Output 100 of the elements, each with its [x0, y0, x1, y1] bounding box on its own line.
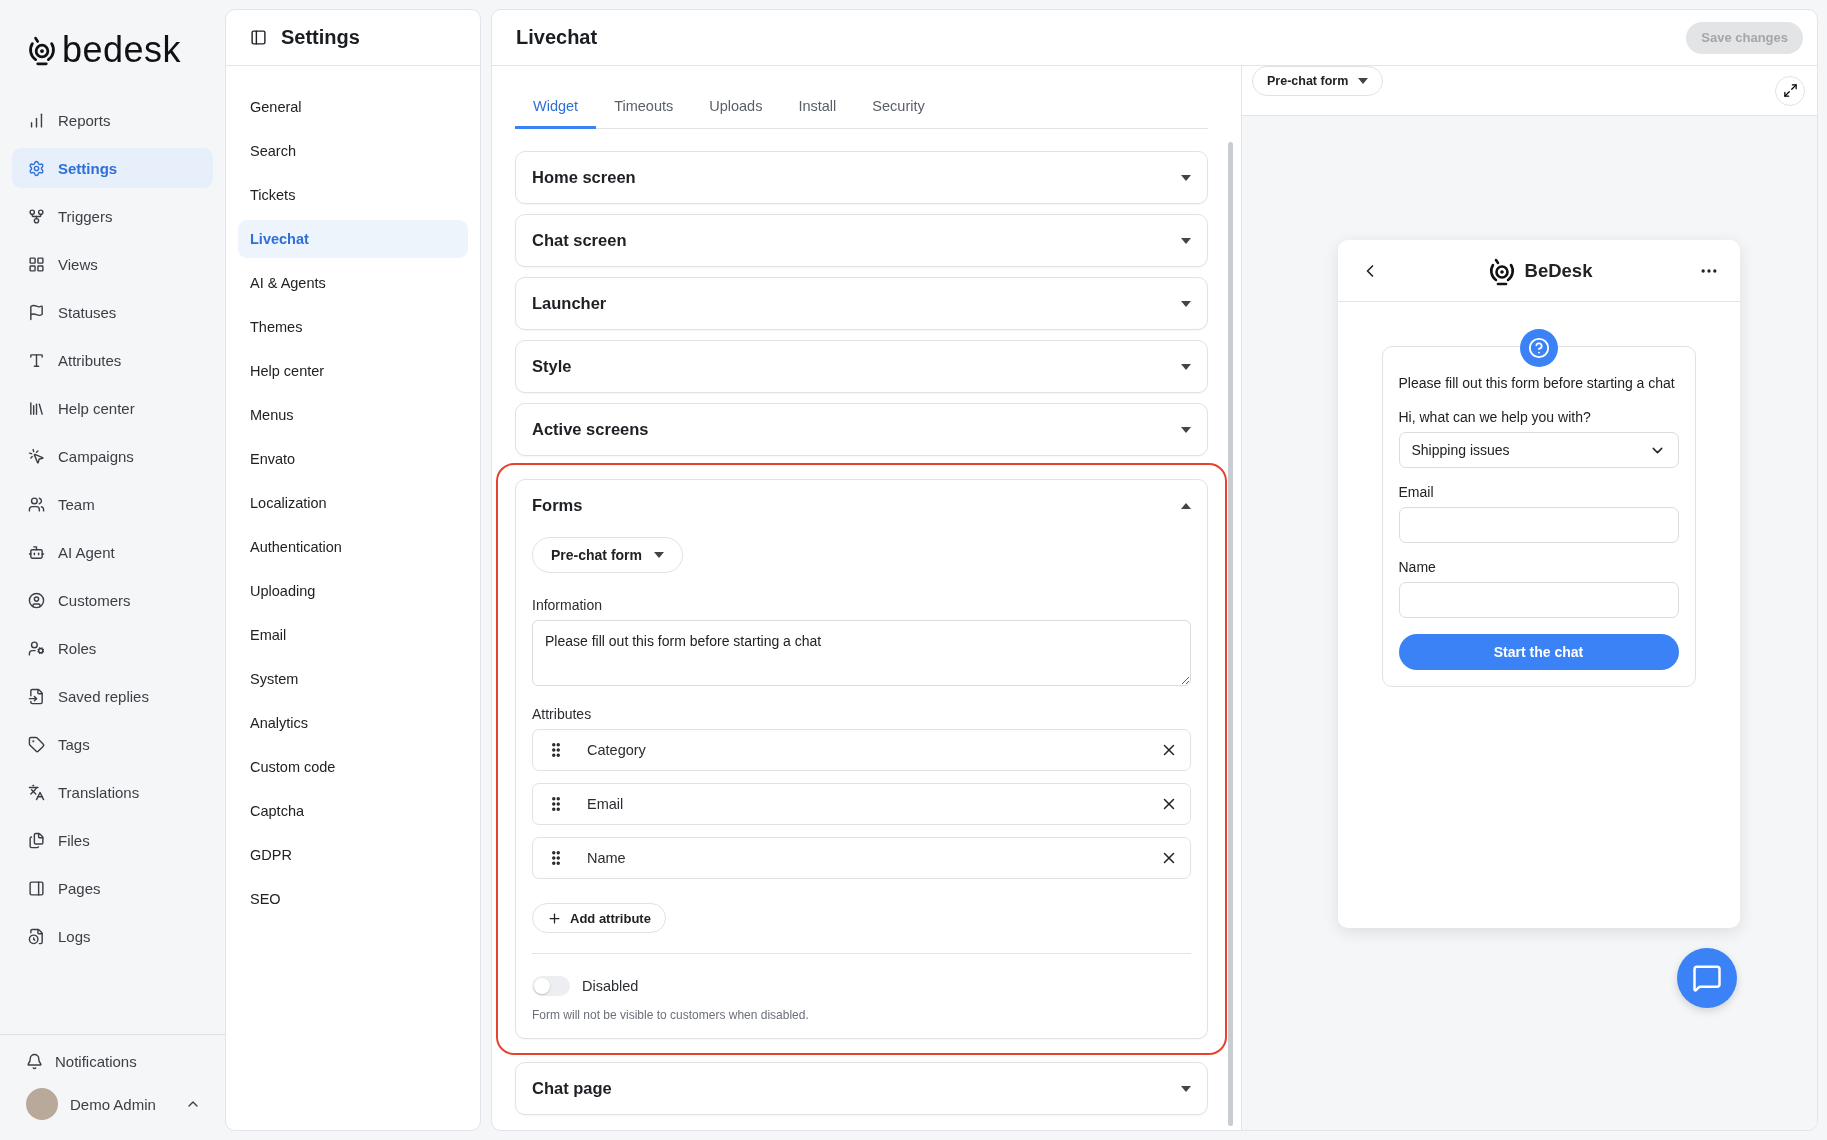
menu-icon: [28, 639, 45, 657]
menu-icon: [28, 159, 45, 177]
information-field[interactable]: Please fill out this form before starting a chat: [532, 620, 1191, 686]
sidebar-item[interactable]: Team: [12, 484, 213, 524]
input-field[interactable]: [1398, 507, 1679, 543]
settings-nav-item[interactable]: Captcha: [238, 792, 468, 830]
panel-toggle-icon[interactable]: [250, 29, 267, 46]
notifications-item[interactable]: Notifications: [12, 1053, 213, 1070]
settings-nav-item[interactable]: Themes: [238, 308, 468, 346]
accordion-header[interactable]: Chat page: [516, 1063, 1207, 1114]
tab[interactable]: Uploads: [691, 88, 781, 129]
settings-nav-item[interactable]: Uploading: [238, 572, 468, 610]
settings-nav-item[interactable]: System: [238, 660, 468, 698]
caret-icon: [1181, 502, 1191, 509]
tab[interactable]: Install: [780, 88, 855, 129]
menu-icon: [28, 735, 45, 753]
settings-nav-item[interactable]: Help center: [238, 352, 468, 390]
sidebar-item[interactable]: Saved replies: [12, 676, 213, 716]
form-message: Please fill out this form before starting a chat: [1398, 374, 1676, 393]
sidebar-item[interactable]: Translations: [12, 772, 213, 812]
settings-nav-item[interactable]: Envato: [238, 440, 468, 478]
expand-button[interactable]: [1775, 75, 1805, 106]
chat-launcher-button[interactable]: [1677, 948, 1737, 1008]
sidebar-item[interactable]: Attributes: [12, 340, 213, 380]
user-name: Demo Admin: [70, 1095, 157, 1113]
page-title: Livechat: [516, 26, 598, 49]
field-label: Hi, what can we help you with?: [1398, 409, 1592, 425]
settings-nav-item[interactable]: Email: [238, 616, 468, 654]
menu-icon: [28, 447, 45, 465]
menu-icon: [28, 255, 45, 273]
settings-nav-item[interactable]: General: [238, 88, 468, 126]
field-label: Name: [1398, 559, 1437, 575]
sidebar-item[interactable]: Views: [12, 244, 213, 284]
accordion-header[interactable]: Style: [516, 341, 1207, 392]
toggle-switch[interactable]: [532, 976, 570, 996]
expand-icon: [1782, 83, 1798, 98]
attribute-name: Name: [587, 850, 627, 866]
settings-nav-item[interactable]: SEO: [238, 880, 468, 918]
input-field[interactable]: [1398, 582, 1679, 618]
avatar: [26, 1088, 58, 1120]
accordion-header[interactable]: Launcher: [516, 278, 1207, 329]
caret-icon: [1181, 426, 1191, 433]
sidebar-item[interactable]: Triggers: [12, 196, 213, 236]
settings-nav-item[interactable]: Search: [238, 132, 468, 170]
field-label: Attributes: [532, 706, 593, 722]
attribute-name: Email: [587, 796, 625, 812]
form-select[interactable]: Pre-chat form: [532, 537, 684, 573]
attribute-name: Category: [587, 742, 647, 758]
tab[interactable]: Widget: [515, 88, 597, 129]
caret-icon: [1181, 1085, 1191, 1092]
start-chat-button[interactable]: Start the chat: [1398, 634, 1679, 670]
sidebar-item[interactable]: Logs: [12, 916, 213, 956]
sidebar-item[interactable]: Campaigns: [12, 436, 213, 476]
scrollbar[interactable]: [1228, 142, 1233, 1126]
accordion-header[interactable]: Forms: [516, 480, 1207, 531]
settings-nav-item[interactable]: Authentication: [238, 528, 468, 566]
settings-nav-item[interactable]: GDPR: [238, 836, 468, 874]
caret-icon: [1181, 363, 1191, 370]
settings-nav-item[interactable]: Livechat: [238, 220, 468, 258]
settings-nav-item[interactable]: AI & Agents: [238, 264, 468, 302]
sidebar-item[interactable]: Roles: [12, 628, 213, 668]
sidebar-item[interactable]: Pages: [12, 868, 213, 908]
caret-icon: [1181, 174, 1191, 181]
menu-icon: [28, 495, 45, 513]
menu-icon: [28, 543, 45, 561]
bell-icon: [26, 1053, 43, 1070]
settings-nav-item[interactable]: Localization: [238, 484, 468, 522]
menu-icon: [28, 927, 45, 945]
tab[interactable]: Timeouts: [596, 88, 692, 129]
chat-icon: [1692, 963, 1722, 993]
accordion-header[interactable]: Active screens: [516, 404, 1207, 455]
field-label: Email: [1398, 484, 1435, 500]
toggle-label: Disabled: [582, 978, 639, 994]
settings-nav-item[interactable]: Custom code: [238, 748, 468, 786]
logo-text: bedesk: [62, 29, 182, 71]
sidebar-item[interactable]: Tags: [12, 724, 213, 764]
sidebar-item[interactable]: Help center: [12, 388, 213, 428]
sidebar-item[interactable]: Settings: [12, 148, 213, 188]
plus-icon: [547, 910, 562, 926]
menu-icon: [28, 591, 45, 609]
sidebar-item[interactable]: Statuses: [12, 292, 213, 332]
select-field[interactable]: Shipping issues: [1398, 432, 1679, 468]
tab[interactable]: Security: [854, 88, 943, 129]
settings-nav-item[interactable]: Tickets: [238, 176, 468, 214]
accordion-header[interactable]: Home screen: [516, 152, 1207, 203]
caret-icon: [1181, 300, 1191, 307]
settings-nav-item[interactable]: Menus: [238, 396, 468, 434]
menu-icon: [28, 687, 45, 705]
form-select[interactable]: Pre-chat form: [1252, 66, 1384, 96]
sidebar-item[interactable]: AI Agent: [12, 532, 213, 572]
menu-icon: [28, 399, 45, 417]
settings-nav-item[interactable]: Analytics: [238, 704, 468, 742]
add-attribute-button[interactable]: Add attribute: [532, 903, 666, 933]
caret-icon: [1181, 237, 1191, 244]
sidebar-item[interactable]: Customers: [12, 580, 213, 620]
sidebar-item[interactable]: Files: [12, 820, 213, 860]
sidebar-item[interactable]: Reports: [12, 100, 213, 140]
logo-icon: [26, 34, 58, 66]
accordion-header[interactable]: Chat screen: [516, 215, 1207, 266]
menu-icon: [28, 207, 45, 225]
